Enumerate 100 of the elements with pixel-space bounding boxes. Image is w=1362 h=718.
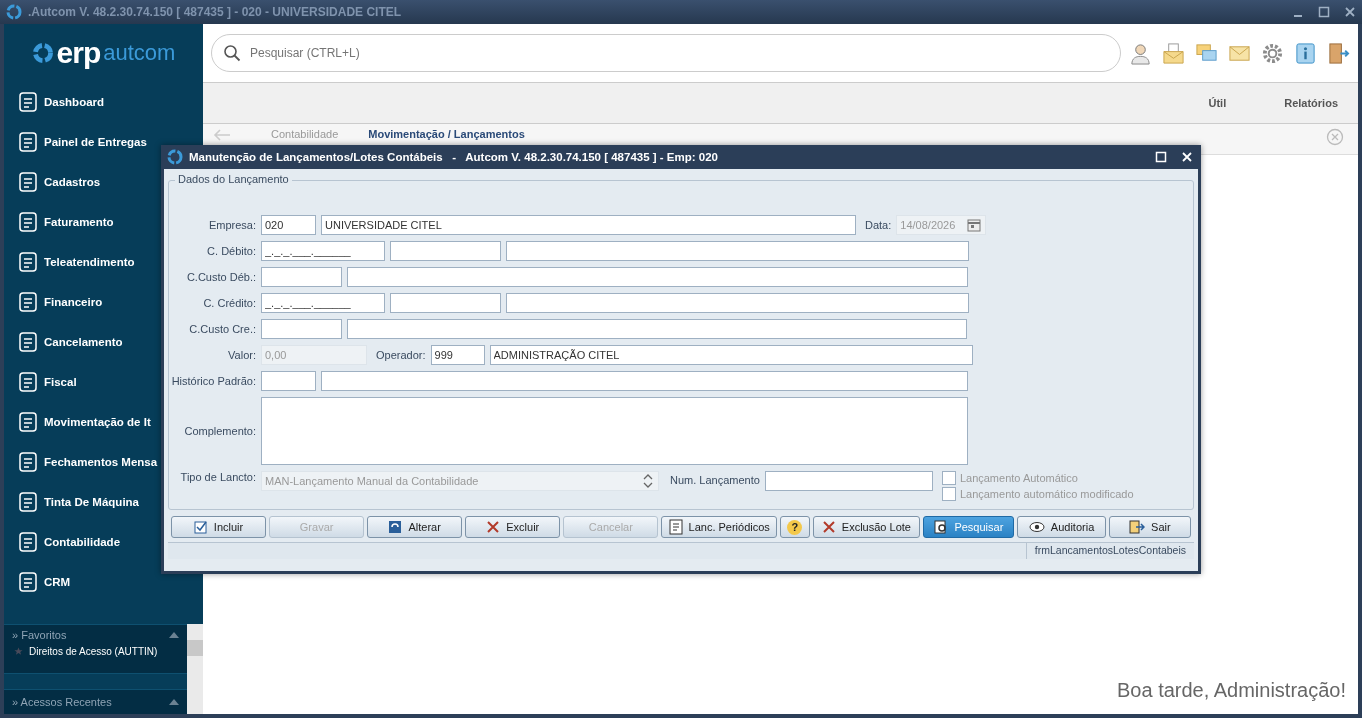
input-field[interactable] (390, 241, 501, 261)
document-icon (16, 570, 40, 594)
document-icon (668, 519, 683, 535)
refresh-icon (388, 520, 403, 534)
document-icon (16, 410, 40, 434)
checkbox-label: Lançamento automático modificado (959, 488, 1134, 500)
checkbox-icon (193, 520, 208, 534)
input-field[interactable]: 020 (261, 215, 316, 235)
app-logo-icon (167, 149, 183, 165)
action-button[interactable]: Exclusão Lote (812, 516, 921, 538)
action-button[interactable]: Alterar (367, 516, 463, 538)
menu-item[interactable]: Relatórios (1284, 97, 1338, 109)
app-logo-icon (6, 4, 22, 20)
sidebar-item[interactable]: Teleatendimento (4, 242, 137, 282)
input-field[interactable] (321, 371, 968, 391)
close-icon[interactable] (1344, 6, 1356, 18)
field-label: Operador: (376, 349, 426, 361)
star-icon (14, 647, 23, 656)
input-field[interactable] (347, 267, 968, 287)
input-field[interactable]: ADMINISTRAÇÃO CITEL (489, 345, 973, 365)
exit-door-icon[interactable] (1327, 41, 1350, 65)
mail-document-icon[interactable] (1162, 41, 1185, 65)
input-field[interactable] (506, 241, 969, 261)
eye-icon (1028, 521, 1045, 533)
group-title: Dados do Lançamento (175, 173, 292, 185)
maximize-icon[interactable] (1318, 6, 1330, 18)
field-label: C.Custo Cre.: (188, 323, 256, 335)
field-label: C. Crédito: (202, 297, 256, 309)
action-button[interactable]: Excluir (465, 516, 561, 538)
field-label: C. Débito: (206, 245, 256, 257)
field-label: Histórico Padrão: (170, 375, 256, 387)
sidebar-item[interactable]: Cancelamento (4, 322, 125, 362)
favorite-item[interactable]: Direitos de Acesso (AUTTIN) (4, 643, 187, 660)
dialog-title: Manutenção de Lançamentos/Lotes Contábeis - Autcom V. 48.2.30.74.150 [ 487435 ] - Emp: 020 (189, 151, 718, 163)
document-icon (16, 210, 40, 234)
search-icon (934, 520, 949, 534)
scrollbar[interactable] (187, 624, 203, 714)
sidebar-item[interactable]: Contabilidade (4, 522, 123, 562)
input-field[interactable]: _._._.___.______ (261, 293, 385, 313)
cross-icon (821, 520, 836, 534)
document-icon (16, 250, 40, 274)
action-button[interactable]: Lanc. Periódicos (661, 516, 777, 538)
search-field[interactable]: Pesquisar (CTRL+L) (211, 34, 1121, 72)
input-field[interactable] (261, 319, 342, 339)
sidebar-item[interactable]: Tinta De Máquina (4, 482, 141, 522)
settings-icon[interactable] (1261, 41, 1284, 65)
menu-item[interactable]: Útil (1208, 97, 1227, 109)
recent-header[interactable]: » Acessos Recentes (12, 696, 112, 708)
back-arrow-icon[interactable] (213, 128, 231, 142)
input-field[interactable] (261, 371, 316, 391)
document-icon (16, 530, 40, 554)
input-field[interactable] (347, 319, 967, 339)
sidebar-item[interactable]: Faturamento (4, 202, 116, 242)
favorites-header[interactable]: » Favoritos (12, 629, 67, 641)
document-icon (16, 290, 40, 314)
input-field[interactable]: _._._.___.______ (261, 241, 385, 261)
action-button[interactable]: ? (780, 516, 810, 538)
action-button[interactable]: Incluir (171, 516, 267, 538)
exit-door-icon (1129, 520, 1146, 534)
sidebar-item[interactable]: Painel de Entregas (4, 122, 149, 162)
field-label: C.Custo Déb.: (185, 271, 256, 283)
greeting-text: Boa tarde, Administração! (1117, 679, 1347, 703)
sidebar-item[interactable]: Dashboard (4, 82, 107, 122)
checkbox[interactable] (941, 471, 956, 485)
text-area[interactable] (261, 397, 968, 465)
window-title: .Autcom V. 48.2.30.74.150 [ 487435 ] - 020 - UNIVERSIDADE CITEL (28, 5, 402, 19)
cross-icon (486, 520, 501, 534)
checkbox-label: Lançamento Automático (959, 472, 1078, 484)
sidebar-item[interactable]: CRM (4, 562, 73, 602)
input-field[interactable]: UNIVERSIDADE CITEL (321, 215, 856, 235)
info-icon[interactable] (1294, 41, 1317, 65)
collapse-icon[interactable] (169, 699, 179, 705)
collapse-icon[interactable] (169, 632, 179, 638)
sidebar-item[interactable]: Movimentação de It (4, 402, 153, 442)
input-field[interactable] (764, 471, 933, 491)
document-icon (16, 490, 40, 514)
person-icon[interactable] (1129, 41, 1152, 65)
action-button[interactable]: Sair (1108, 516, 1191, 538)
input-field[interactable]: 999 (430, 345, 485, 365)
search-icon (223, 44, 241, 62)
field-label: Valor: (227, 349, 256, 361)
erp-autcom-logo: erpautcom (4, 24, 203, 82)
sidebar-item[interactable]: Cadastros (4, 162, 103, 202)
sidebar-item[interactable]: Fechamentos Mensa (4, 442, 160, 482)
field-label: Complemento: (183, 425, 256, 437)
input-field[interactable] (390, 293, 501, 313)
status-text: frmLancamentosLotesContabeis (1025, 543, 1194, 559)
field-label: Data: (865, 219, 892, 231)
action-button[interactable]: Auditoria (1017, 516, 1106, 538)
field-label: Num. Lançamento (670, 474, 760, 486)
document-icon (16, 450, 40, 474)
document-icon (16, 370, 40, 394)
document-icon (16, 90, 40, 114)
checkbox[interactable] (941, 487, 956, 501)
sidebar-item[interactable]: Financeiro (4, 282, 105, 322)
field-label: Empresa: (207, 219, 256, 231)
input-field[interactable] (506, 293, 969, 313)
sidebar-item[interactable]: Fiscal (4, 362, 79, 402)
input-field[interactable] (261, 267, 342, 287)
breadcrumb-item[interactable]: Movimentação / Lançamentos (368, 128, 525, 140)
